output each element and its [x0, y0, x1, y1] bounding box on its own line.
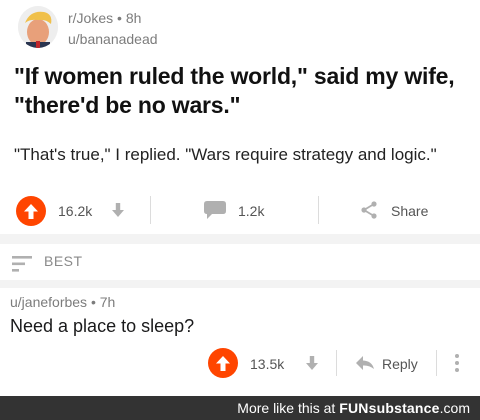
downvote-icon[interactable] — [112, 203, 124, 217]
downvote-icon[interactable] — [306, 356, 318, 370]
section-divider — [0, 234, 480, 244]
upvote-icon — [216, 355, 230, 371]
subreddit-meta: r/Jokes • 8h — [68, 10, 141, 26]
watermark-brand-substance: substance — [368, 400, 440, 416]
meta-dot: • — [117, 10, 126, 26]
sort-icon — [12, 256, 32, 272]
comment-sort-bar[interactable]: BEST — [0, 244, 480, 280]
comment-upvote-button[interactable] — [208, 348, 238, 378]
watermark-text: More like this at FUNsubstance.com — [237, 400, 470, 416]
comment-age: 7h — [99, 294, 116, 310]
comment-author[interactable]: u/janeforbes — [10, 294, 87, 310]
post-author[interactable]: u/bananadead — [68, 31, 158, 47]
section-divider — [0, 280, 480, 288]
comment-body: Need a place to sleep? — [10, 316, 195, 336]
comment-icon[interactable] — [204, 201, 226, 219]
action-separator — [150, 196, 151, 224]
subreddit-name[interactable]: r/Jokes — [68, 10, 113, 26]
sort-label: BEST — [44, 253, 83, 269]
watermark-prefix: More like this at — [237, 400, 340, 416]
post-comment-count[interactable]: 1.2k — [238, 203, 264, 219]
upvote-button[interactable] — [16, 196, 46, 226]
post-header: r/Jokes • 8h u/bananadead — [0, 0, 480, 54]
comment: u/janeforbes • 7h Need a place to sleep?… — [0, 290, 480, 390]
comment-meta: u/janeforbes • 7h — [10, 294, 115, 310]
share-button[interactable]: Share — [391, 203, 428, 219]
post-upvote-count: 16.2k — [58, 203, 93, 219]
upvote-icon — [24, 203, 38, 219]
post-title: "If women ruled the world," said my wife… — [14, 63, 455, 118]
meta-dot: • — [90, 294, 100, 310]
subreddit-avatar[interactable] — [18, 6, 58, 48]
share-icon[interactable] — [360, 201, 378, 219]
watermark-footer: More like this at FUNsubstance.com — [0, 396, 480, 420]
watermark-suffix: .com — [439, 400, 470, 416]
comment-upvote-count: 13.5k — [250, 356, 285, 372]
post-body: "That's true," I replied. "Wars require … — [14, 145, 437, 164]
action-separator — [318, 196, 319, 224]
post-age: 8h — [125, 10, 142, 26]
action-separator — [336, 350, 337, 376]
reply-button[interactable]: Reply — [382, 356, 418, 372]
reply-icon[interactable] — [356, 356, 374, 370]
watermark-brand-fun: FUN — [339, 400, 369, 416]
action-separator — [436, 350, 437, 376]
post-action-bar: 16.2k 1.2k Share — [0, 190, 480, 230]
more-icon[interactable] — [454, 353, 460, 373]
